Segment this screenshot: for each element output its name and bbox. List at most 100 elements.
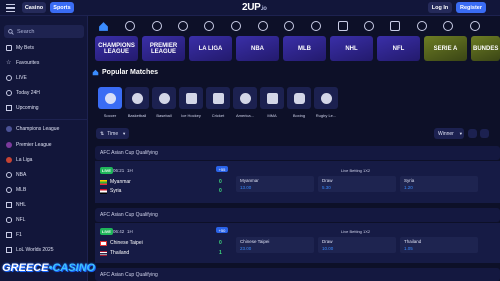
sport-tab-cricket[interactable] (206, 87, 230, 109)
banner-bundesliga[interactable]: BUNDES (471, 36, 500, 61)
team-name: Thailand (110, 250, 130, 256)
sidebar-item-label: F1 (16, 232, 22, 238)
sidebar-item-upcoming[interactable]: Upcoming (6, 105, 39, 111)
tennis-icon[interactable] (178, 21, 188, 31)
american-football-icon[interactable] (364, 21, 374, 31)
odd-value: 1.05 (404, 246, 413, 251)
prev-arrow-button[interactable] (468, 129, 477, 138)
flag-syria-icon (100, 188, 107, 194)
basketball-icon[interactable] (152, 21, 162, 31)
more-markets-button[interactable]: +50 (216, 227, 228, 233)
soccer-icon (104, 92, 116, 104)
next-arrow-button[interactable] (480, 129, 489, 138)
rugby-icon (320, 92, 332, 104)
odd-value: 23.00 (240, 246, 252, 251)
hockey-icon (185, 92, 197, 104)
competition-header: AFC Asian Cup Qualifying (95, 146, 500, 160)
more-markets-button[interactable]: +55 (216, 166, 228, 172)
banner-nhl[interactable]: NHL (330, 36, 373, 61)
sidebar-item-my-bets[interactable]: My Bets (6, 45, 34, 51)
match-row[interactable]: LIVE 06:21 1H Myanmar Syria 0 0 +55 Live… (95, 161, 500, 203)
sport-tab-american-football[interactable] (233, 87, 257, 109)
sidebar-item-premier-league[interactable]: Premier League (6, 142, 52, 148)
sidebar-item-label: Premier League (16, 142, 52, 148)
home-team: Myanmar (100, 179, 131, 185)
register-button[interactable]: Register (456, 2, 486, 13)
sidebar-item-nba[interactable]: NBA (6, 172, 26, 178)
match-clock: 06:21 (113, 168, 125, 173)
cricket-icon[interactable] (258, 21, 268, 31)
bets-icon (6, 45, 12, 51)
banner-serie-a[interactable]: SERIE A (424, 36, 467, 61)
sidebar-item-live[interactable]: LIVE (6, 75, 27, 81)
watermark-part: GREECE (2, 262, 49, 274)
away-score: 0 (219, 188, 222, 194)
odd-button-draw[interactable]: Draw 5.30 (318, 176, 396, 192)
sport-tab-baseball[interactable] (152, 87, 176, 109)
golf-icon[interactable] (470, 21, 480, 31)
flag-myanmar-icon (100, 179, 107, 185)
chevron-down-icon: ▼ (458, 131, 463, 136)
odd-value: 10.00 (322, 246, 334, 251)
odd-button-away[interactable]: Thailand 1.05 (400, 237, 478, 253)
banner-premier-league[interactable]: PREMIER LEAGUE (142, 36, 185, 61)
hockey-icon[interactable] (231, 21, 241, 31)
odd-button-home[interactable]: Chinese Taipei 23.00 (236, 237, 314, 253)
sport-tab-soccer[interactable] (98, 87, 122, 109)
boxing-icon[interactable] (443, 21, 453, 31)
sidebar-item-f1[interactable]: F1 (6, 232, 22, 238)
motorsport-icon[interactable] (390, 21, 400, 31)
sidebar-item-label: La Liga (16, 157, 33, 163)
sidebar-item-mlb[interactable]: MLB (6, 187, 26, 193)
banner-la-liga[interactable]: LA LIGA (189, 36, 232, 61)
sport-tab-ice-hockey[interactable] (179, 87, 203, 109)
odd-button-draw[interactable]: Draw 10.00 (318, 237, 396, 253)
casino-tab[interactable]: Casino (22, 2, 46, 13)
logo[interactable]: 2UP.io (242, 2, 267, 13)
time-filter[interactable]: ⇅ Time ▼ (96, 128, 129, 139)
odd-button-away[interactable]: Syria 1.20 (400, 176, 478, 192)
odd-label: Thailand (404, 239, 422, 244)
sport-tab-boxing[interactable] (287, 87, 311, 109)
odd-button-home[interactable]: Myanmar 13.00 (236, 176, 314, 192)
handball-icon[interactable] (417, 21, 427, 31)
soccer-icon[interactable] (125, 21, 135, 31)
volleyball-icon[interactable] (284, 21, 294, 31)
menu-icon[interactable] (6, 4, 15, 13)
sport-tab-basketball[interactable] (125, 87, 149, 109)
sidebar-item-label: NHL (16, 202, 27, 208)
trophy-icon (6, 126, 12, 132)
sidebar-item-la-liga[interactable]: La Liga (6, 157, 32, 163)
sidebar-item-lol-worlds[interactable]: LoL Worlds 2025 (6, 247, 54, 253)
banner-nba[interactable]: NBA (236, 36, 279, 61)
match-period: 1H (127, 168, 133, 173)
odd-value: 1.20 (404, 185, 413, 190)
trophy-icon (6, 142, 12, 148)
sidebar-item-today[interactable]: Today 24H (6, 90, 40, 96)
baseball-icon (158, 92, 170, 104)
sport-tab-rugby-league[interactable] (314, 87, 338, 109)
logo-suffix: .io (260, 6, 267, 12)
banner-mlb[interactable]: MLB (283, 36, 326, 61)
sports-tab[interactable]: Sports (50, 2, 74, 13)
sport-tab-mma[interactable] (260, 87, 284, 109)
banner-nfl[interactable]: NFL (377, 36, 420, 61)
baseball-icon[interactable] (204, 21, 214, 31)
match-period: 1H (127, 229, 133, 234)
match-row[interactable]: LIVE 06:42 1H Chinese Taipei Thailand 0 … (95, 223, 500, 263)
sidebar-item-nhl[interactable]: NHL (6, 202, 26, 208)
esports-icon[interactable] (338, 21, 348, 31)
watermark-logo: GREECE•CASINO (2, 262, 95, 274)
sidebar-item-nfl[interactable]: NFL (6, 217, 25, 223)
home-icon[interactable] (98, 21, 109, 32)
banner-champions-league[interactable]: CHAMPIONS LEAGUE (95, 36, 138, 61)
hockey-icon (6, 202, 12, 208)
search-input[interactable]: Search (4, 25, 84, 38)
login-button[interactable]: Log In (428, 2, 452, 13)
darts-icon[interactable] (311, 21, 321, 31)
chevron-down-icon: ▼ (122, 131, 127, 136)
sidebar-item-champions-league[interactable]: Champions League (6, 126, 59, 132)
winner-filter[interactable]: Winner ▼ (434, 128, 464, 139)
sidebar-item-favourites[interactable]: ☆ Favourites (6, 60, 39, 66)
competition-header: AFC Asian Cup Qualifying (95, 208, 500, 222)
